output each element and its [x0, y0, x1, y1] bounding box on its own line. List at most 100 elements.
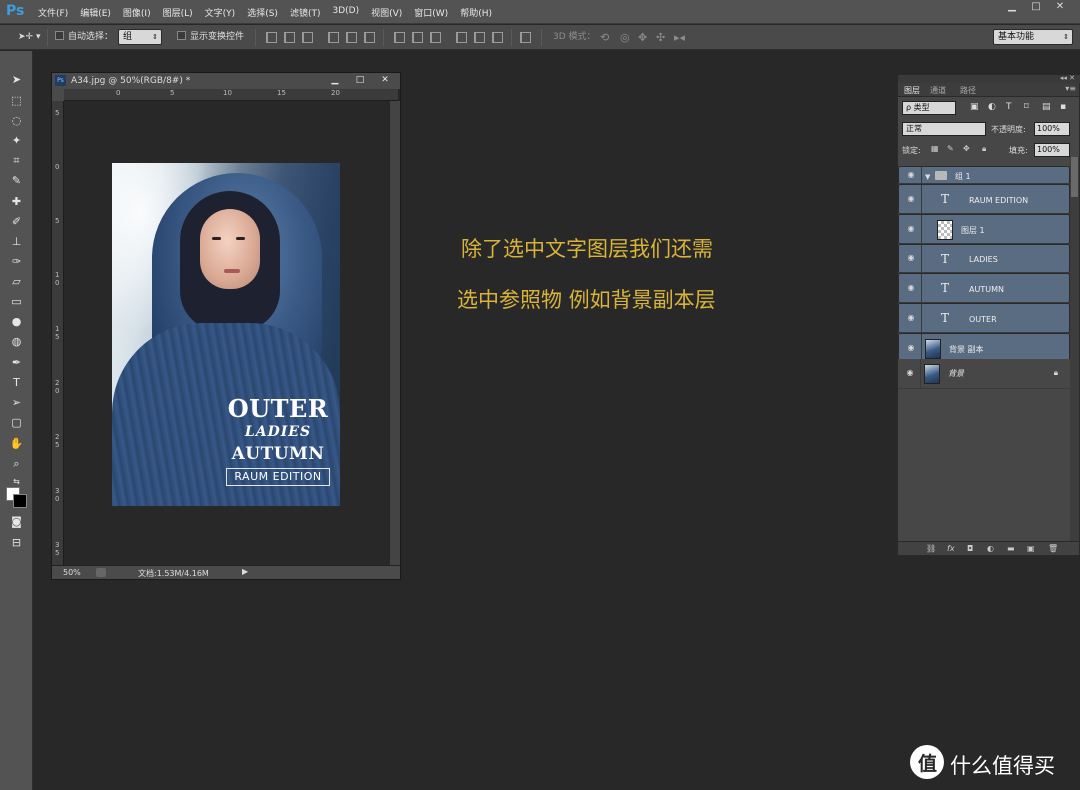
menu-edit[interactable]: 编辑(E) [80, 6, 111, 19]
adjustment-layer-icon[interactable]: ◐ [987, 544, 994, 553]
move-tool-icon[interactable]: ➤✛ ▾ [18, 31, 40, 44]
tab-layers[interactable]: 图层 [904, 85, 920, 96]
distribute-top-icon[interactable] [394, 32, 405, 43]
opacity-input[interactable]: 100% [1034, 122, 1070, 136]
zoom-tool-icon[interactable]: ⌕ [7, 455, 26, 472]
filter-shape-icon[interactable]: ⌑ [1024, 102, 1029, 112]
scrollbar-thumb[interactable] [1071, 157, 1078, 197]
minimize-icon[interactable]: ▁ [1000, 0, 1024, 14]
fill-input[interactable]: 100% [1034, 143, 1070, 157]
distribute-right-icon[interactable] [492, 32, 503, 43]
panel-menu-icon[interactable]: ▾≡ [1065, 84, 1076, 93]
visibility-eye-icon[interactable]: ◉ [906, 224, 916, 234]
menu-type[interactable]: 文字(Y) [205, 6, 236, 19]
brush-tool-icon[interactable]: ✐ [7, 213, 26, 230]
lock-transparent-icon[interactable]: ▦ [931, 144, 939, 153]
eraser-tool-icon[interactable]: ▱ [7, 273, 26, 290]
expand-triangle-icon[interactable]: ▼ [925, 170, 930, 184]
layer-row-group-1[interactable]: ◉ ▼ 组 1 [898, 166, 1070, 184]
menu-help[interactable]: 帮助(H) [460, 6, 492, 19]
filter-adjustment-icon[interactable]: ◐ [988, 102, 996, 112]
lock-image-icon[interactable]: ✎ [947, 144, 954, 153]
type-tool-icon[interactable]: T [7, 374, 26, 391]
3d-slide-icon[interactable]: ✣ [656, 31, 665, 44]
maximize-icon[interactable]: □ [349, 74, 371, 87]
layer-row-background[interactable]: ◉ 背景 🔒︎ [898, 358, 1070, 389]
auto-select-dropdown[interactable]: 组 ⇕ [118, 29, 162, 45]
crop-tool-icon[interactable]: ⌗ [7, 152, 26, 169]
visibility-eye-icon[interactable]: ◉ [906, 194, 916, 204]
layer-row-layer-1[interactable]: ◉ 图层 1 [898, 213, 1070, 244]
collapse-panel-icon[interactable]: ◂◂ ✕ [1060, 74, 1075, 82]
3d-rotate-icon[interactable]: ⟲ [600, 31, 609, 44]
close-icon[interactable]: ✕ [374, 74, 396, 87]
document-scrollbar[interactable] [390, 101, 400, 565]
menu-layer[interactable]: 图层(L) [163, 6, 193, 19]
distribute-vcenter-icon[interactable] [412, 32, 423, 43]
new-layer-icon[interactable]: ▣ [1027, 544, 1035, 553]
distribute-hcenter-icon[interactable] [474, 32, 485, 43]
menu-image[interactable]: 图像(I) [123, 6, 151, 19]
blur-tool-icon[interactable]: ● [7, 313, 26, 330]
align-vcenter-icon[interactable] [284, 32, 295, 43]
new-group-icon[interactable]: ▬ [1007, 544, 1015, 553]
eyedropper-tool-icon[interactable]: ✎ [7, 172, 26, 189]
align-hcenter-icon[interactable] [346, 32, 357, 43]
distribute-left-icon[interactable] [456, 32, 467, 43]
distribute-bottom-icon[interactable] [430, 32, 441, 43]
align-right-icon[interactable] [364, 32, 375, 43]
status-menu-arrow-icon[interactable]: ▶ [242, 567, 248, 576]
close-icon[interactable]: ✕ [1048, 0, 1072, 14]
magic-wand-tool-icon[interactable]: ✦ [7, 132, 26, 149]
history-brush-tool-icon[interactable]: ✑ [7, 253, 26, 270]
layer-row-outer[interactable]: ◉ T OUTER [898, 303, 1070, 333]
visibility-eye-icon[interactable]: ◉ [906, 283, 916, 293]
menu-filter[interactable]: 滤镜(T) [290, 6, 321, 19]
path-selection-tool-icon[interactable]: ➢ [7, 394, 26, 411]
3d-pan-icon[interactable]: ✥ [638, 31, 647, 44]
filter-smart-object-icon[interactable]: ▤ [1042, 102, 1051, 112]
layer-row-autumn[interactable]: ◉ T AUTUMN [898, 273, 1070, 304]
filter-type-icon[interactable]: T [1006, 102, 1012, 112]
auto-align-icon[interactable] [520, 32, 531, 43]
3d-scale-icon[interactable]: ▸◂ [674, 31, 685, 44]
menu-window[interactable]: 窗口(W) [414, 6, 448, 19]
layer-row-ladies[interactable]: ◉ T LADIES [898, 243, 1070, 274]
lock-all-icon[interactable]: 🔒︎ [982, 144, 986, 154]
lasso-tool-icon[interactable]: ◌ [7, 112, 26, 129]
link-layers-icon[interactable]: ⛓ [926, 544, 936, 553]
layer-style-icon[interactable]: fx [947, 544, 955, 553]
show-transform-checkbox[interactable]: 显示变换控件 [177, 31, 244, 44]
visibility-eye-icon[interactable]: ◉ [906, 343, 916, 353]
menu-3d[interactable]: 3D(D) [332, 6, 359, 19]
zoom-level[interactable]: 50% [63, 568, 81, 577]
menu-view[interactable]: 视图(V) [371, 6, 402, 19]
filter-toggle-icon[interactable]: ▪ [1060, 102, 1066, 112]
auto-select-checkbox[interactable]: 自动选择： [55, 31, 113, 44]
background-color-swatch[interactable] [13, 494, 27, 508]
delete-layer-icon[interactable]: 🗑︎ [1048, 544, 1058, 553]
minimize-icon[interactable]: ▁ [324, 74, 346, 87]
visibility-eye-icon[interactable]: ◉ [905, 368, 915, 378]
clone-stamp-tool-icon[interactable]: ⊥ [7, 233, 26, 250]
layer-row-raum-edition[interactable]: ◉ T RAUM EDITION [898, 184, 1070, 214]
document-titlebar[interactable]: Ps A34.jpg @ 50%(RGB/8#) * ▁ □ ✕ [52, 73, 400, 89]
gradient-tool-icon[interactable]: ▭ [7, 293, 26, 310]
layer-filter-dropdown[interactable]: ρ 类型 [902, 101, 956, 115]
visibility-eye-icon[interactable]: ◉ [906, 253, 916, 263]
screen-mode-icon[interactable]: ⊟ [7, 534, 26, 551]
pen-tool-icon[interactable]: ✒ [7, 354, 26, 371]
align-left-icon[interactable] [328, 32, 339, 43]
status-icon[interactable] [96, 568, 106, 577]
rectangle-tool-icon[interactable]: ▢ [7, 414, 26, 431]
dodge-tool-icon[interactable]: ◍ [7, 333, 26, 350]
align-bottom-icon[interactable] [302, 32, 313, 43]
quick-mask-icon[interactable]: ◙ [7, 513, 26, 530]
filter-pixel-icon[interactable]: ▣ [970, 102, 979, 112]
marquee-tool-icon[interactable]: ⬚ [7, 92, 26, 109]
maximize-icon[interactable]: □ [1024, 0, 1048, 14]
align-top-icon[interactable] [266, 32, 277, 43]
tab-channels[interactable]: 通道 [930, 85, 946, 96]
visibility-eye-icon[interactable]: ◉ [906, 170, 916, 180]
visibility-eye-icon[interactable]: ◉ [906, 313, 916, 323]
